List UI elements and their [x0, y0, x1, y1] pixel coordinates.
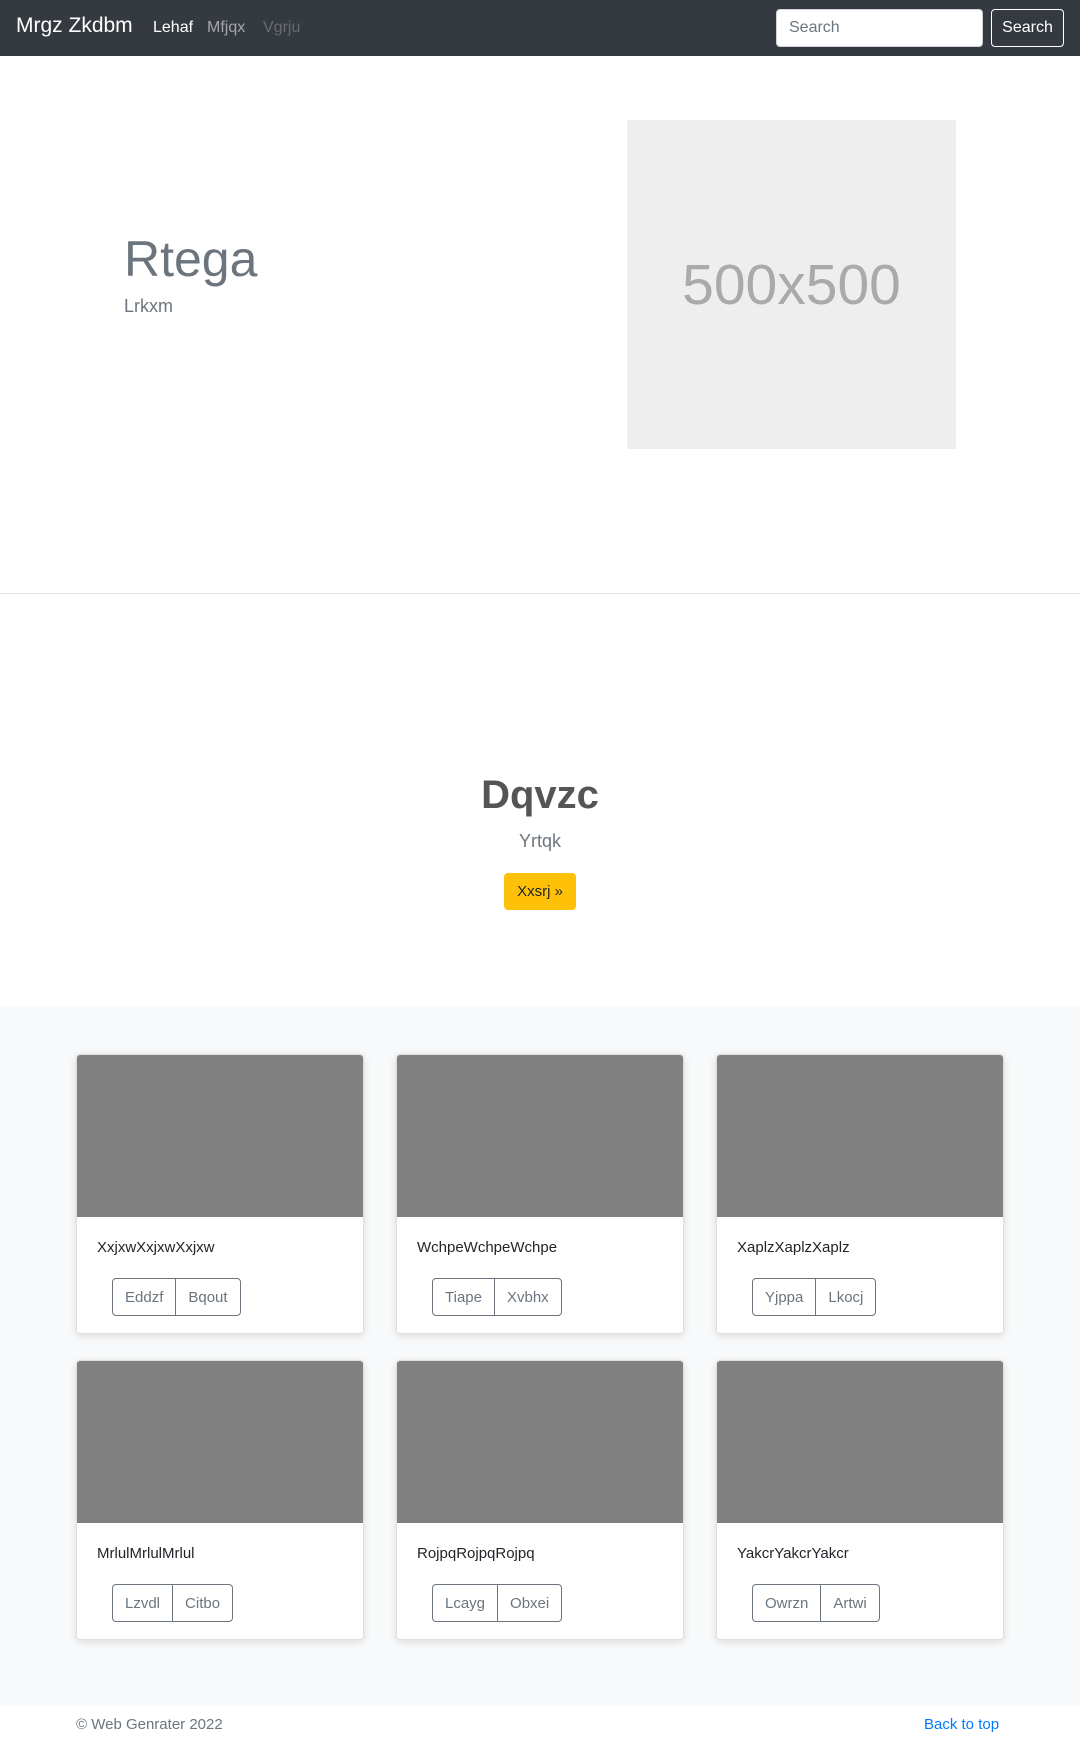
nav-link-lehaf[interactable]: Lehaf: [153, 19, 193, 37]
card-text: WchpeWchpeWchpe: [417, 1239, 558, 1256]
card-button[interactable]: Citbo: [172, 1584, 234, 1622]
card-text: RojpqRojpqRojpq: [417, 1545, 535, 1562]
card-text: YakcrYakcrYakcr: [737, 1545, 849, 1562]
back-to-top-link[interactable]: Back to top: [924, 1716, 999, 1733]
card-text: XxjxwXxjxwXxjxw: [97, 1239, 215, 1256]
nav-link-mfjqx[interactable]: Mfjqx: [207, 19, 245, 37]
hero-subtitle: Lrkxm: [124, 296, 173, 316]
cta-title: Dqvzc: [481, 773, 599, 817]
card-button[interactable]: Yjppa: [752, 1278, 817, 1316]
card-text: XaplzXaplzXaplz: [737, 1239, 850, 1256]
card-image: [717, 1055, 1003, 1217]
card-button-group: Yjppa Lkocj: [752, 1278, 877, 1316]
card-button[interactable]: Lkocj: [815, 1278, 877, 1316]
footer-copyright: © Web Genrater 2022: [76, 1716, 223, 1733]
card-button[interactable]: Bqout: [175, 1278, 241, 1316]
card-image: [397, 1361, 683, 1523]
navbar: Mrgz Zkdbm Lehaf Mfjqx Vgrju Search: [0, 0, 1080, 56]
card-text: MrlulMrlulMrlul: [97, 1545, 195, 1562]
album-section: XxjxwXxjxwXxjxw Eddzf Bqout WchpeWchpeWc…: [0, 1006, 1080, 1706]
card: WchpeWchpeWchpe Tiape Xvbhx: [396, 1054, 684, 1334]
card-image: [77, 1361, 363, 1523]
card-button[interactable]: Lzvdl: [112, 1584, 174, 1622]
card-button[interactable]: Xvbhx: [493, 1278, 562, 1316]
card: RojpqRojpqRojpq Lcayg Obxei: [396, 1360, 684, 1640]
card-button[interactable]: Lcayg: [432, 1584, 499, 1622]
brand-logo[interactable]: Mrgz Zkdbm: [16, 14, 133, 38]
card-button[interactable]: Obxei: [497, 1584, 563, 1622]
cta-subtitle: Yrtqk: [518, 831, 561, 851]
card-button[interactable]: Eddzf: [112, 1278, 177, 1316]
nav-link-vgrju[interactable]: Vgrju: [263, 19, 300, 37]
card-button[interactable]: Owrzn: [752, 1584, 822, 1622]
card-button-group: Owrzn Artwi: [752, 1584, 880, 1622]
card-button-group: Tiape Xvbhx: [432, 1278, 562, 1316]
cta-button[interactable]: Xxsrj »: [504, 873, 576, 910]
search-button[interactable]: Search: [991, 9, 1064, 47]
card-image: [717, 1361, 1003, 1523]
card: MrlulMrlulMrlul Lzvdl Citbo: [76, 1360, 364, 1640]
hero-title: Rtega: [124, 231, 258, 287]
placeholder-label: 500x500: [682, 252, 901, 317]
card-button[interactable]: Artwi: [820, 1584, 880, 1622]
card: XaplzXaplzXaplz Yjppa Lkocj: [716, 1054, 1004, 1334]
hero-placeholder-image: 500x500: [627, 120, 956, 449]
card-button-group: Eddzf Bqout: [112, 1278, 241, 1316]
card-image: [397, 1055, 683, 1217]
card-image: [77, 1055, 363, 1217]
card: XxjxwXxjxwXxjxw Eddzf Bqout: [76, 1054, 364, 1334]
card-button-group: Lzvdl Citbo: [112, 1584, 234, 1622]
card-button[interactable]: Tiape: [432, 1278, 495, 1316]
section-divider: [0, 593, 1080, 594]
card-button-group: Lcayg Obxei: [432, 1584, 563, 1622]
search-input[interactable]: [776, 9, 983, 47]
card: YakcrYakcrYakcr Owrzn Artwi: [716, 1360, 1004, 1640]
